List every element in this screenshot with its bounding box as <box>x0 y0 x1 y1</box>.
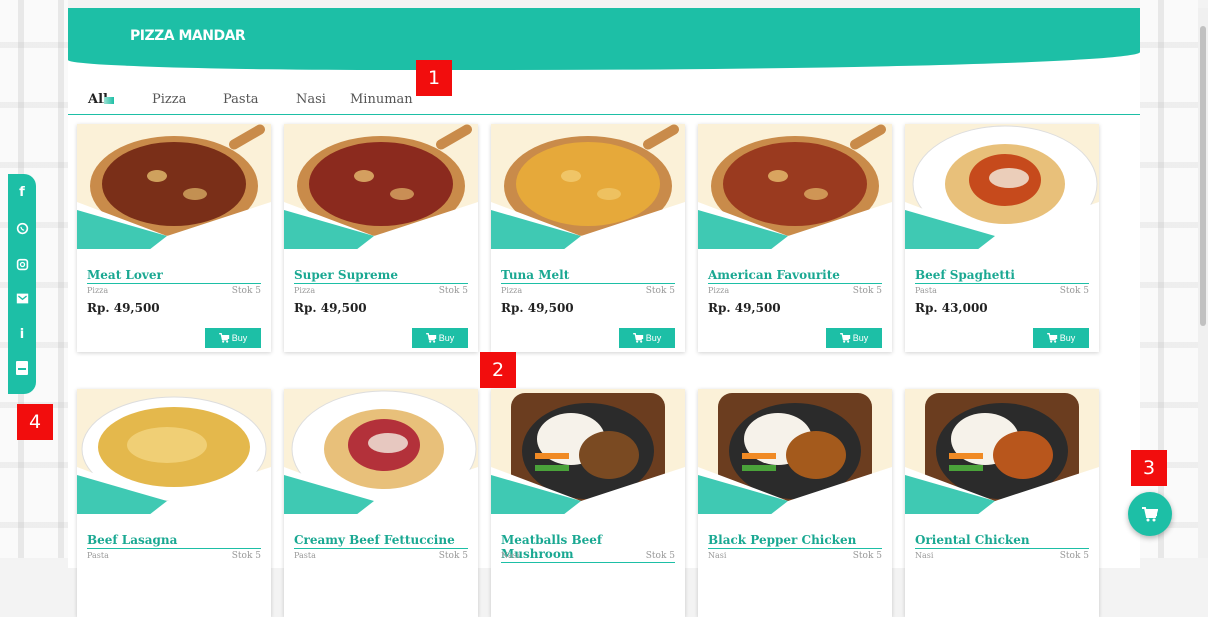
product-name[interactable]: Black Pepper Chicken <box>708 533 882 549</box>
product-name[interactable]: Creamy Beef Fettuccine <box>294 533 468 549</box>
product-category: Nasi <box>708 551 727 560</box>
annotation-marker-2: 2 <box>480 352 516 388</box>
product-photo <box>698 124 892 249</box>
instagram-icon[interactable] <box>8 254 36 274</box>
product-category: Pizza <box>501 286 523 295</box>
tab-pizza[interactable]: Pizza <box>152 92 186 107</box>
category-tabs: All Pizza Pasta Nasi Minuman <box>68 86 1140 115</box>
product-category: Pasta <box>915 286 937 295</box>
annotation-marker-4: 4 <box>17 404 53 440</box>
buy-button-label: Buy <box>231 333 248 343</box>
product-stock: Stok 5 <box>438 551 468 561</box>
product-stock: Stok 5 <box>852 286 882 296</box>
whatsapp-icon[interactable] <box>8 218 36 238</box>
product-photo <box>284 389 478 514</box>
buy-button[interactable]: Buy <box>205 328 261 348</box>
social-sidebar: f i <box>8 174 36 394</box>
tab-nasi[interactable]: Nasi <box>296 92 326 107</box>
product-stock: Stok 5 <box>438 286 468 296</box>
product-name[interactable]: Beef Lasagna <box>87 533 261 549</box>
product-price: Rp. 49,500 <box>501 301 574 315</box>
product-photo <box>905 389 1099 514</box>
product-photo <box>905 124 1099 249</box>
product-photo <box>491 124 685 249</box>
cart-icon <box>218 333 229 343</box>
product-stock: Stok 5 <box>645 551 675 561</box>
product-photo <box>77 124 271 249</box>
product-card[interactable]: Beef Lasagna Pasta Stok 5 <box>77 389 271 617</box>
cart-button[interactable] <box>1128 492 1172 536</box>
product-stock: Stok 5 <box>1059 551 1089 561</box>
tab-pasta[interactable]: Pasta <box>223 92 259 107</box>
annotation-marker-1: 1 <box>416 60 452 96</box>
tab-all[interactable]: All <box>88 92 114 107</box>
annotation-marker-3: 3 <box>1131 450 1167 486</box>
product-category: Nasi <box>915 551 934 560</box>
header-bar: PIZZA MANDAR <box>68 8 1140 70</box>
product-name[interactable]: Super Supreme <box>294 268 468 284</box>
product-stock: Stok 5 <box>852 551 882 561</box>
product-card[interactable]: Meat Lover Pizza Stok 5 Rp. 49,500 Buy <box>77 124 271 352</box>
buy-button[interactable]: Buy <box>826 328 882 348</box>
product-card[interactable]: Black Pepper Chicken Nasi Stok 5 <box>698 389 892 617</box>
product-photo <box>491 389 685 514</box>
product-price: Rp. 49,500 <box>87 301 160 315</box>
buy-button-label: Buy <box>852 333 869 343</box>
product-category: Pizza <box>87 286 109 295</box>
product-card[interactable]: American Favourite Pizza Stok 5 Rp. 49,500 B… <box>698 124 892 352</box>
product-photo <box>284 124 478 249</box>
buy-button[interactable]: Buy <box>1033 328 1089 348</box>
cart-icon <box>1046 333 1057 343</box>
menu-book-icon[interactable] <box>8 358 36 378</box>
product-category: Nasi <box>501 551 520 560</box>
product-card[interactable]: Tuna Melt Pizza Stok 5 Rp. 49,500 Buy <box>491 124 685 352</box>
buy-button-label: Buy <box>438 333 455 343</box>
product-stock: Stok 5 <box>1059 286 1089 296</box>
buy-button[interactable]: Buy <box>619 328 675 348</box>
cart-icon <box>632 333 643 343</box>
product-price: Rp. 43,000 <box>915 301 988 315</box>
cart-icon <box>425 333 436 343</box>
product-stock: Stok 5 <box>645 286 675 296</box>
email-icon[interactable] <box>8 288 36 308</box>
product-card[interactable]: Meatballs Beef Mushroom Nasi Stok 5 <box>491 389 685 617</box>
product-name[interactable]: Tuna Melt <box>501 268 675 284</box>
product-name[interactable]: Beef Spaghetti <box>915 268 1089 284</box>
product-category: Pasta <box>87 551 109 560</box>
product-photo <box>77 389 271 514</box>
facebook-icon[interactable]: f <box>8 182 36 202</box>
cart-icon <box>839 333 850 343</box>
product-card[interactable]: Beef Spaghetti Pasta Stok 5 Rp. 43,000 Buy <box>905 124 1099 352</box>
scrollbar-thumb[interactable] <box>1200 26 1206 326</box>
product-card[interactable]: Super Supreme Pizza Stok 5 Rp. 49,500 Buy <box>284 124 478 352</box>
product-price: Rp. 49,500 <box>708 301 781 315</box>
product-stock: Stok 5 <box>231 286 261 296</box>
product-category: Pizza <box>708 286 730 295</box>
product-category: Pasta <box>294 551 316 560</box>
product-stock: Stok 5 <box>231 551 261 561</box>
product-name[interactable]: Oriental Chicken <box>915 533 1089 549</box>
buy-button-label: Buy <box>645 333 662 343</box>
buy-button-label: Buy <box>1059 333 1076 343</box>
product-price: Rp. 49,500 <box>294 301 367 315</box>
info-icon[interactable]: i <box>8 324 36 344</box>
product-card[interactable]: Creamy Beef Fettuccine Pasta Stok 5 <box>284 389 478 617</box>
product-name[interactable]: Meat Lover <box>87 268 261 284</box>
cart-icon <box>1142 506 1158 521</box>
tab-minuman[interactable]: Minuman <box>350 92 413 107</box>
buy-button[interactable]: Buy <box>412 328 468 348</box>
product-card[interactable]: Oriental Chicken Nasi Stok 5 <box>905 389 1099 617</box>
product-category: Pizza <box>294 286 316 295</box>
page-scrollbar[interactable] <box>1198 8 1208 558</box>
product-photo <box>698 389 892 514</box>
product-name[interactable]: American Favourite <box>708 268 882 284</box>
brand-logo[interactable]: PIZZA MANDAR <box>130 28 246 44</box>
